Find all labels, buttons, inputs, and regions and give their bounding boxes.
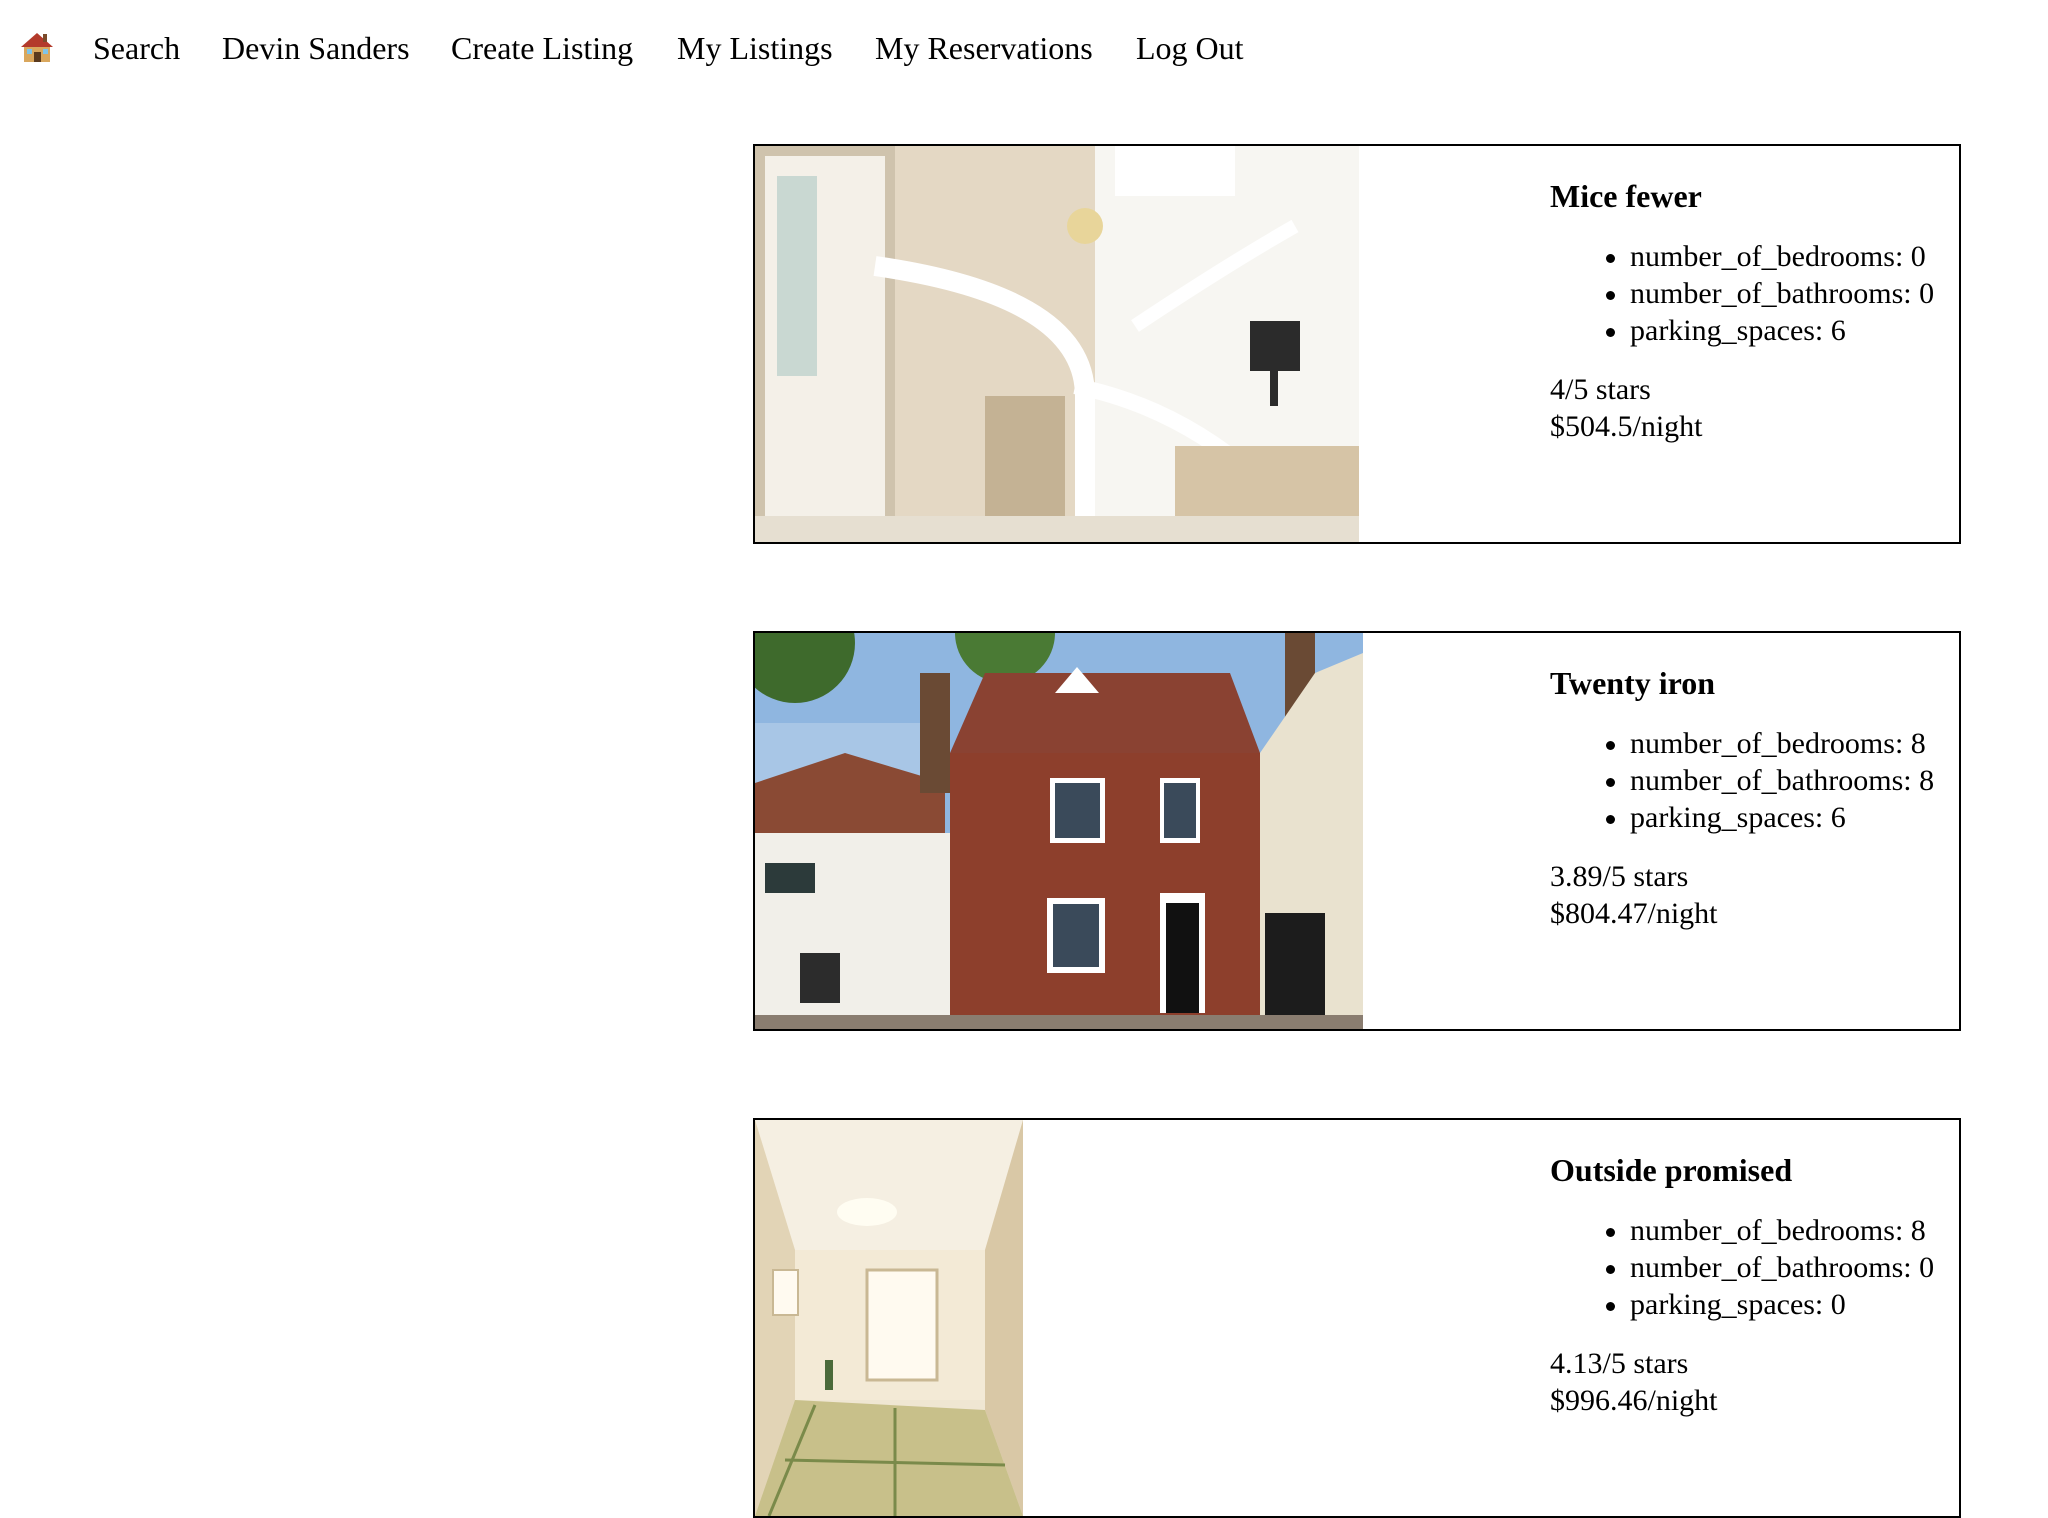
listing-price: $996.46/night — [1550, 1384, 1718, 1417]
listing-rating: 3.89/5 stars — [1550, 860, 1689, 893]
top-nav: Search Devin Sanders Create Listing My L… — [0, 0, 2048, 96]
listing-attributes: number_of_bedrooms: 8 number_of_bathroom… — [1550, 1212, 1959, 1323]
nav-create-listing-link[interactable]: Create Listing — [451, 28, 633, 68]
listing-attribute: parking_spaces: 6 — [1606, 799, 1959, 836]
listing-attribute: number_of_bathrooms: 0 — [1606, 1249, 1959, 1286]
listing-attribute: number_of_bedrooms: 0 — [1606, 238, 1959, 275]
tatami-room-photo — [755, 1120, 1023, 1516]
listing-attribute: number_of_bedrooms: 8 — [1606, 1212, 1959, 1249]
nav-profile-link[interactable]: Devin Sanders — [222, 28, 410, 68]
listing-attributes: number_of_bedrooms: 0 number_of_bathroom… — [1550, 238, 1959, 349]
listing-attribute: number_of_bedrooms: 8 — [1606, 725, 1959, 762]
listing-attributes: number_of_bedrooms: 8 number_of_bathroom… — [1550, 725, 1959, 836]
listing-attribute: parking_spaces: 6 — [1606, 312, 1959, 349]
listing-price: $504.5/night — [1550, 410, 1703, 443]
nav-my-reservations-link[interactable]: My Reservations — [875, 28, 1093, 68]
listing-price: $804.47/night — [1550, 897, 1718, 930]
foyer-staircase-photo — [755, 146, 1359, 542]
listing-info: Twenty iron number_of_bedrooms: 8 number… — [1550, 663, 1959, 932]
listing-title[interactable]: Outside promised — [1550, 1150, 1959, 1190]
listing-card[interactable]: Mice fewer number_of_bedrooms: 0 number_… — [753, 144, 1961, 544]
nav-search-link[interactable]: Search — [93, 28, 180, 68]
listing-card[interactable]: Twenty iron number_of_bedrooms: 8 number… — [753, 631, 1961, 1031]
listing-title[interactable]: Twenty iron — [1550, 663, 1959, 703]
listing-attribute: parking_spaces: 0 — [1606, 1286, 1959, 1323]
house-icon[interactable] — [20, 30, 54, 64]
listing-attribute: number_of_bathrooms: 0 — [1606, 275, 1959, 312]
listing-title[interactable]: Mice fewer — [1550, 176, 1959, 216]
listing-card[interactable]: Outside promised number_of_bedrooms: 8 n… — [753, 1118, 1961, 1518]
listing-rating: 4.13/5 stars — [1550, 1347, 1689, 1380]
nav-logout-link[interactable]: Log Out — [1136, 28, 1244, 68]
listing-info: Mice fewer number_of_bedrooms: 0 number_… — [1550, 176, 1959, 445]
nav-my-listings-link[interactable]: My Listings — [677, 28, 833, 68]
brick-house-exterior-photo — [755, 633, 1363, 1029]
listing-info: Outside promised number_of_bedrooms: 8 n… — [1550, 1150, 1959, 1419]
listing-rating: 4/5 stars — [1550, 373, 1651, 406]
listing-attribute: number_of_bathrooms: 8 — [1606, 762, 1959, 799]
